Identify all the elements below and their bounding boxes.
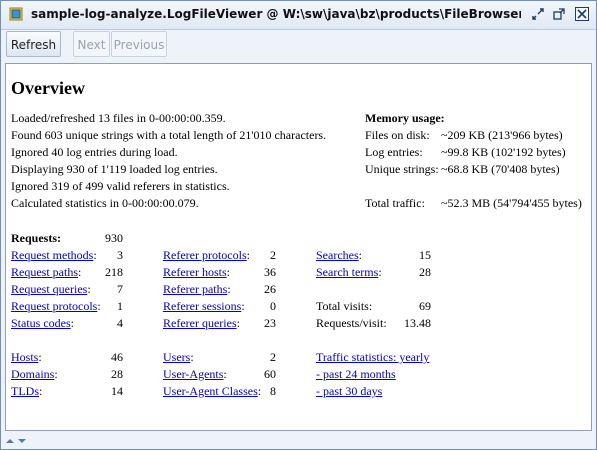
log-line: Calculated statistics in 0-00:00:00.079.: [11, 196, 199, 210]
traffic-24-months-link[interactable]: - past 24 months: [316, 366, 396, 383]
colon: :: [70, 316, 75, 330]
search-terms-link[interactable]: Search terms: [316, 265, 378, 279]
window-title: sample-log-analyze.LogFileViewer @ W:\sw…: [31, 7, 521, 21]
refresh-button[interactable]: Refresh: [6, 31, 61, 57]
colon: :: [223, 367, 227, 381]
colon: :: [236, 316, 240, 330]
referer-queries-link[interactable]: Referer queries: [163, 316, 237, 330]
referer-sessions-link[interactable]: Referer sessions: [163, 299, 241, 313]
user-agent-classes-value: 8: [270, 384, 276, 398]
domains-value: 28: [111, 367, 123, 381]
memory-label: Log entries:: [365, 145, 423, 159]
request-queries-link[interactable]: Request queries: [11, 282, 87, 296]
domains-link[interactable]: Domains: [11, 367, 54, 381]
log-line: Ignored 319 of 499 valid referers in sta…: [11, 179, 230, 193]
referer-paths-link[interactable]: Referer paths: [163, 282, 227, 296]
request-methods-value: 3: [117, 248, 123, 262]
memory-value: ~209 KB (213'966 bytes): [441, 128, 563, 142]
referer-hosts-link[interactable]: Referer hosts: [163, 265, 227, 279]
request-paths-link[interactable]: Request paths: [11, 265, 78, 279]
maximize-icon[interactable]: [552, 7, 566, 21]
toolbar: Refresh Next Previous: [1, 30, 596, 60]
referer-sessions-value: 0: [270, 299, 276, 313]
colon: :: [226, 265, 230, 279]
searches-value: 15: [419, 248, 431, 262]
total-traffic-value: ~52.3 MB (54'794'455 bytes): [441, 196, 582, 210]
memory-usage-heading: Memory usage:: [365, 111, 445, 125]
colon: :: [39, 384, 43, 398]
request-queries-value: 7: [117, 282, 123, 296]
hosts-value: 46: [111, 350, 123, 364]
referer-hosts-value: 36: [264, 265, 276, 279]
log-file-viewer-window: sample-log-analyze.LogFileViewer @ W:\sw…: [0, 0, 597, 450]
requests-per-visit-label: Requests/visit:: [316, 316, 387, 330]
app-icon: [9, 7, 23, 21]
requests-value: 930: [105, 231, 123, 245]
colon: :: [241, 299, 245, 313]
request-protocols-value: 1: [117, 299, 123, 313]
total-visits-label: Total visits:: [316, 299, 373, 313]
searches-link[interactable]: Searches: [316, 248, 359, 262]
resize-arrows-icon[interactable]: [3, 435, 37, 447]
next-button[interactable]: Next: [73, 31, 110, 57]
report-view[interactable]: Overview Loaded/refreshed 13 files in 0-…: [5, 63, 592, 431]
tlds-value: 14: [111, 384, 123, 398]
total-traffic-label: Total traffic:: [365, 196, 425, 210]
search-terms-value: 28: [419, 265, 431, 279]
colon: :: [378, 265, 382, 279]
memory-value: ~68.8 KB (70'408 bytes): [441, 162, 560, 176]
request-methods-link[interactable]: Request methods: [11, 248, 93, 262]
traffic-yearly-link[interactable]: Traffic statistics: yearly: [316, 349, 429, 366]
colon: :: [38, 350, 42, 364]
hosts-link[interactable]: Hosts: [11, 350, 38, 364]
user-agent-classes-link[interactable]: User-Agent Classes: [163, 384, 258, 398]
users-value: 2: [270, 350, 276, 364]
user-agents-value: 60: [264, 367, 276, 381]
memory-label: Files on disk:: [365, 128, 430, 142]
status-bar: [1, 432, 596, 449]
colon: :: [190, 350, 194, 364]
colon: :: [227, 282, 231, 296]
requests-label: Requests:: [11, 231, 61, 245]
request-protocols-link[interactable]: Request protocols: [11, 299, 97, 313]
users-link[interactable]: Users: [163, 350, 190, 364]
log-line: Displaying 930 of 1'119 loaded log entri…: [11, 162, 218, 176]
memory-label: Unique strings:: [365, 162, 439, 176]
close-icon[interactable]: [575, 7, 589, 21]
traffic-30-days-link[interactable]: - past 30 days: [316, 383, 382, 400]
tlds-link[interactable]: TLDs: [11, 384, 39, 398]
status-codes-value: 4: [117, 316, 123, 330]
referer-paths-value: 26: [264, 282, 276, 296]
title-bar[interactable]: sample-log-analyze.LogFileViewer @ W:\sw…: [1, 1, 596, 30]
log-line: Found 603 unique strings with a total le…: [11, 128, 327, 142]
referer-protocols-value: 2: [270, 248, 276, 262]
colon: :: [358, 248, 362, 262]
status-codes-link[interactable]: Status codes: [11, 316, 71, 330]
referer-protocols-link[interactable]: Referer protocols: [163, 248, 247, 262]
previous-button[interactable]: Previous: [111, 31, 167, 57]
colon: :: [54, 367, 58, 381]
referer-queries-value: 23: [264, 316, 276, 330]
request-paths-value: 218: [105, 265, 123, 279]
user-agents-link[interactable]: User-Agents: [163, 367, 223, 381]
requests-per-visit-value: 13.48: [404, 316, 431, 330]
colon: :: [78, 265, 82, 279]
overview-heading: Overview: [11, 78, 85, 98]
log-line: Loaded/refreshed 13 files in 0-00:00:00.…: [11, 111, 226, 125]
log-line: Ignored 40 log entries during load.: [11, 145, 178, 159]
memory-value: ~99.8 KB (102'192 bytes): [441, 145, 566, 159]
total-visits-value: 69: [419, 299, 431, 313]
minimize-icon[interactable]: [531, 7, 545, 21]
